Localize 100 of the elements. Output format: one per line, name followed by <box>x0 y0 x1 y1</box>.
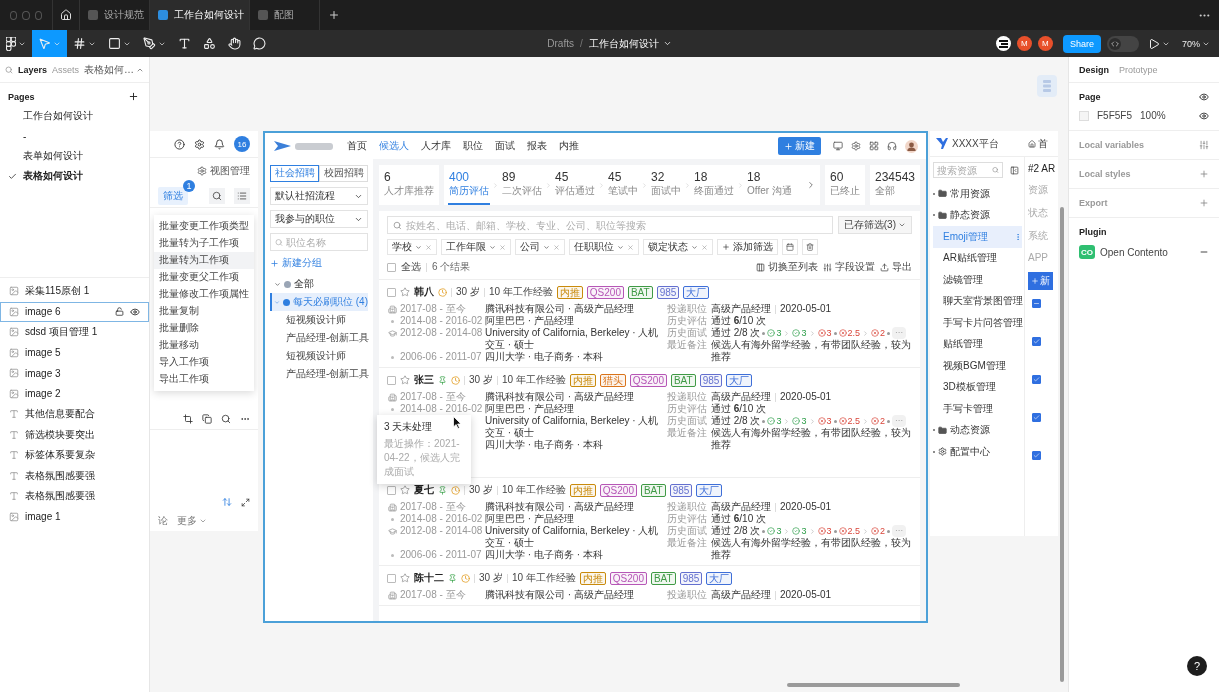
breadcrumb-item[interactable]: 首 <box>1038 136 1048 151</box>
row-checkbox[interactable] <box>1032 337 1041 346</box>
nav-tab[interactable]: 职位 <box>463 139 483 153</box>
row-checkbox[interactable] <box>387 485 396 495</box>
list-action[interactable]: 切换至列表 <box>756 260 818 274</box>
layer-item[interactable]: image 3 <box>0 363 149 384</box>
tree-item[interactable]: 贴纸管理 <box>933 333 1022 355</box>
view-manage-button[interactable]: 视图管理 <box>197 164 250 178</box>
more-menu[interactable]: 更多 <box>177 514 207 528</box>
file-tab[interactable]: 工作台如何设计 <box>150 0 250 30</box>
delete-button[interactable] <box>802 239 818 255</box>
saved-filters-button[interactable]: 已存筛选(3) <box>837 216 912 234</box>
nav-tab[interactable]: 首页 <box>347 139 367 153</box>
menu-item[interactable]: 批量删除 <box>154 320 254 337</box>
candidate-search-field[interactable]: 按姓名、电话、邮箱、学校、专业、公司、职位等搜索 <box>405 219 827 231</box>
export-action[interactable]: 导出 <box>880 260 912 274</box>
stat-tab[interactable]: 45 笔试中 <box>607 165 639 205</box>
page-item[interactable]: 表单如何设计 <box>0 146 149 166</box>
scrollbar[interactable] <box>787 683 960 687</box>
row-checkbox[interactable] <box>1032 451 1041 460</box>
stat-tab[interactable]: 18 终面通过 <box>693 165 735 205</box>
stat-tab[interactable]: 400 简历评估 <box>448 165 490 205</box>
filter-chip[interactable]: 工作年限 <box>441 239 511 255</box>
page-item[interactable]: - <box>0 126 149 146</box>
stat-tab[interactable]: 45 评估通过 <box>554 165 596 205</box>
nav-tab[interactable]: 人才库 <box>421 139 451 153</box>
tree-item[interactable]: AR贴纸管理 <box>933 247 1022 269</box>
stat-tab[interactable]: 18 Offer 沟通 <box>746 165 793 205</box>
group-item[interactable]: 每天必刷职位 (4) <box>270 293 368 311</box>
nav-tab[interactable]: 报表 <box>527 139 547 153</box>
opacity-value[interactable]: 100% <box>1140 110 1166 121</box>
layer-item[interactable]: image 2 <box>0 383 149 404</box>
zoom-menu[interactable]: 70% <box>1179 38 1213 49</box>
dev-mode-toggle[interactable] <box>1107 35 1139 52</box>
layer-item[interactable]: 表格氛围感要强 <box>0 465 149 486</box>
star-icon[interactable] <box>400 287 410 297</box>
select-all-checkbox[interactable] <box>387 262 396 272</box>
panel-tab[interactable]: Design <box>1079 64 1109 75</box>
layout-icon[interactable] <box>1037 75 1057 97</box>
nav-tab[interactable]: 内推 <box>559 139 579 153</box>
select-field[interactable]: 默认社招流程 <box>270 187 368 205</box>
menu-item[interactable]: 导出工作项 <box>154 371 254 388</box>
row-checkbox[interactable] <box>387 287 396 297</box>
select-all-label[interactable]: 全选 <box>401 260 421 274</box>
save-button[interactable] <box>782 239 798 255</box>
filter-button[interactable]: 筛选 <box>158 186 188 205</box>
panel-tab[interactable]: Layers <box>17 64 47 75</box>
page-menu[interactable]: 表格如何… <box>84 62 144 77</box>
menu-item[interactable]: 导入工作项 <box>154 354 254 371</box>
layer-item[interactable]: 筛选模块要突出 <box>0 424 149 445</box>
tree-item[interactable]: Emoji管理 <box>933 226 1022 248</box>
layer-item[interactable]: 标签体系要复杂 <box>0 445 149 466</box>
tree-item[interactable]: 手写卡片问答管理 <box>933 312 1022 334</box>
folder-link[interactable]: Drafts <box>547 38 574 49</box>
menu-item[interactable]: 批量转为工作项 <box>154 252 254 269</box>
filter-chip[interactable]: 任职职位 <box>569 239 639 255</box>
search-field[interactable]: 搜索资源 <box>933 162 1003 178</box>
position-item[interactable]: 短视频设计师 <box>270 311 368 329</box>
group-item[interactable]: 全部 <box>270 275 368 293</box>
layer-item[interactable]: image 6 <box>0 301 149 322</box>
star-icon[interactable] <box>400 573 410 583</box>
nav-tab[interactable]: 候选人 <box>379 139 409 153</box>
tree-item[interactable]: 滤镜管理 <box>933 269 1022 291</box>
menu-item[interactable]: 批量转为子工作项 <box>154 235 254 252</box>
tree-item[interactable]: 视频BGM管理 <box>933 355 1022 377</box>
page-item[interactable]: 工作台如何设计 <box>0 106 149 126</box>
star-icon[interactable] <box>400 485 410 495</box>
filter-chip[interactable]: 锁定状态 <box>643 239 713 255</box>
row-checkbox[interactable] <box>387 573 396 583</box>
menu-item[interactable]: 批量修改工作项属性 <box>154 286 254 303</box>
tree-item[interactable]: 静态资源 <box>933 204 1022 226</box>
color-swatch[interactable] <box>1079 110 1089 121</box>
tree-item[interactable]: 3D模板管理 <box>933 376 1022 398</box>
user-avatar[interactable]: M <box>1037 36 1053 51</box>
filter-chip[interactable]: 公司 <box>515 239 565 255</box>
user-avatar[interactable]: M <box>1016 36 1032 51</box>
plugin-name[interactable]: Open Contento <box>1100 246 1168 258</box>
header-checkbox[interactable] <box>1032 299 1041 308</box>
menu-item[interactable]: 批量变更父工作项 <box>154 269 254 286</box>
row-checkbox[interactable] <box>1032 413 1041 422</box>
candidate-name[interactable]: 张三 <box>414 373 434 387</box>
avatar-icon[interactable] <box>995 36 1011 51</box>
new-button[interactable]: 新建 <box>778 137 821 155</box>
candidate-name[interactable]: 韩八 <box>414 285 434 299</box>
scrollbar[interactable] <box>1060 207 1064 682</box>
position-item[interactable]: 产品经理-创新工具 <box>270 329 368 347</box>
tree-item[interactable]: 聊天室背景图管理 <box>933 290 1022 312</box>
position-item[interactable]: 产品经理-创新工具 <box>270 365 368 383</box>
row-checkbox[interactable] <box>1032 375 1041 384</box>
select-field[interactable]: 我参与的职位 <box>270 210 368 228</box>
position-item[interactable]: 短视频设计师 <box>270 347 368 365</box>
stat-tab[interactable]: 32 面试中 <box>650 165 682 205</box>
fields-action[interactable]: 字段设置 <box>823 260 875 274</box>
list-button[interactable] <box>234 187 250 204</box>
comment-label[interactable]: 论 <box>158 514 168 528</box>
tree-item[interactable]: 动态资源 <box>933 419 1022 441</box>
tree-item[interactable]: 配置中心 <box>933 441 1022 463</box>
layer-item[interactable]: 表格氛围感要强 <box>0 486 149 507</box>
new-group-link[interactable]: 新建分组 <box>270 256 368 270</box>
search-field[interactable]: 职位名称 <box>270 233 368 251</box>
